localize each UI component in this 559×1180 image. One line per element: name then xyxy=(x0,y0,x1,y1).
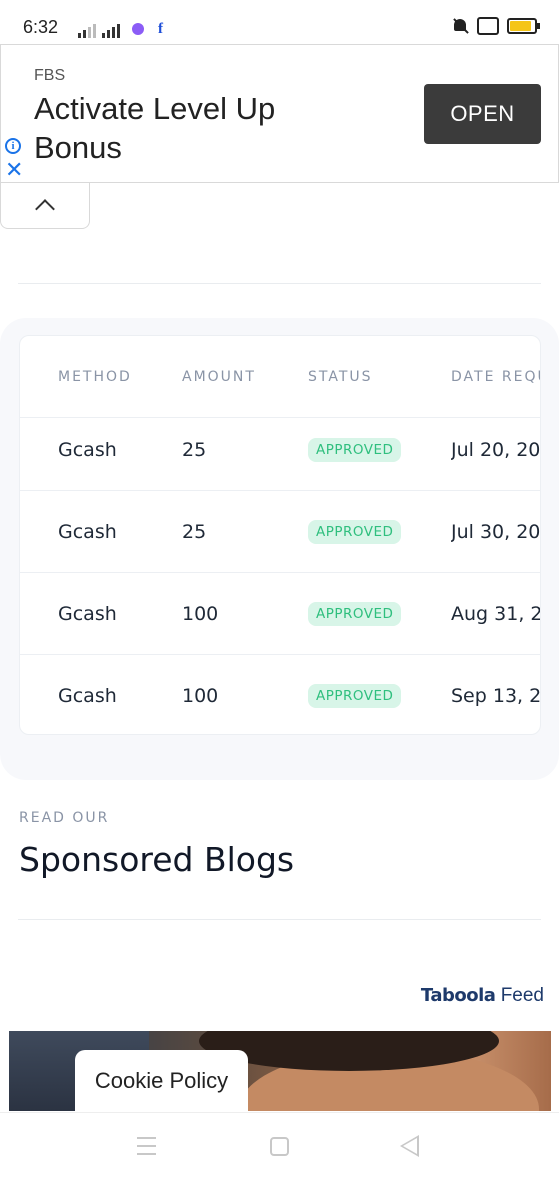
table-row: Gcash 25 APPROVED Jul 20, 20 xyxy=(20,409,541,491)
cell-amount: 25 xyxy=(182,520,207,543)
home-icon[interactable] xyxy=(270,1137,289,1156)
cell-method: Gcash xyxy=(58,520,117,543)
cell-date: Jul 30, 20 xyxy=(451,520,541,543)
withdrawals-table: METHOD AMOUNT STATUS DATE REQU Gcash 25 … xyxy=(19,335,541,735)
table-row: Gcash 100 APPROVED Aug 31, 2 xyxy=(20,573,541,655)
table-section: METHOD AMOUNT STATUS DATE REQU Gcash 25 … xyxy=(0,318,559,780)
status-badge: APPROVED xyxy=(308,684,402,708)
status-badge: APPROVED xyxy=(308,519,402,544)
status-badge: APPROVED xyxy=(308,601,402,626)
messenger-icon xyxy=(132,23,144,35)
status-badge: APPROVED xyxy=(308,437,402,462)
facebook-icon: f xyxy=(158,21,163,37)
cell-status: APPROVED xyxy=(308,409,448,490)
column-header-amount: AMOUNT xyxy=(182,368,256,385)
ad-banner[interactable]: FBS Activate Level Up Bonus OPEN i ✕ xyxy=(0,44,559,183)
ad-brand: FBS xyxy=(34,67,66,84)
taboola-brand: Taboola xyxy=(420,985,496,1006)
column-header-status: STATUS xyxy=(308,368,373,385)
signal-icon xyxy=(102,22,120,38)
section-title: Sponsored Blogs xyxy=(19,840,295,879)
signal-icon xyxy=(78,22,96,38)
info-icon[interactable]: i xyxy=(5,138,21,154)
cell-date: Jul 20, 20 xyxy=(451,438,541,461)
cell-method: Gcash xyxy=(58,685,117,707)
battery-icon xyxy=(507,18,540,34)
table-row: Gcash 100 APPROVED Sep 13, 2 xyxy=(20,655,541,734)
cell-amount: 100 xyxy=(182,685,219,707)
taboola-feed-logo[interactable]: Taboola Feed xyxy=(421,985,544,1007)
cell-date: Sep 13, 2 xyxy=(451,685,541,707)
ad-open-button[interactable]: OPEN xyxy=(424,84,541,144)
status-left-icons: f xyxy=(78,18,163,38)
cell-date: Aug 31, 2 xyxy=(451,602,541,625)
divider xyxy=(18,283,541,284)
section-eyebrow: READ OUR xyxy=(19,810,110,826)
collapse-ad-button[interactable] xyxy=(0,183,90,229)
cell-status: APPROVED xyxy=(308,573,448,654)
back-icon[interactable] xyxy=(400,1135,419,1157)
divider xyxy=(18,919,541,920)
cookie-policy-button[interactable]: Cookie Policy xyxy=(75,1050,248,1112)
close-icon[interactable]: ✕ xyxy=(5,159,23,181)
cell-amount: 25 xyxy=(182,438,207,461)
taboola-suffix: Feed xyxy=(500,985,544,1006)
status-right-icons xyxy=(451,17,540,35)
cell-method: Gcash xyxy=(58,602,117,625)
status-bar: 6:32 f xyxy=(0,0,559,46)
column-header-method: METHOD xyxy=(58,368,132,385)
mute-bell-icon xyxy=(451,17,469,35)
menu-icon[interactable] xyxy=(137,1137,156,1155)
ad-headline[interactable]: Activate Level Up Bonus xyxy=(34,89,334,167)
cell-status: APPROVED xyxy=(308,491,448,572)
navigation-bar xyxy=(0,1112,559,1180)
cell-amount: 100 xyxy=(182,602,219,625)
table-header-row: METHOD AMOUNT STATUS DATE REQU xyxy=(20,336,541,418)
status-time: 6:32 xyxy=(23,17,59,37)
cell-method: Gcash xyxy=(58,438,117,461)
table-row: Gcash 25 APPROVED Jul 30, 20 xyxy=(20,491,541,573)
column-header-date: DATE REQU xyxy=(451,368,541,385)
chevron-up-icon xyxy=(35,199,55,219)
cell-status: APPROVED xyxy=(308,655,448,734)
vibrate-icon xyxy=(477,17,499,35)
